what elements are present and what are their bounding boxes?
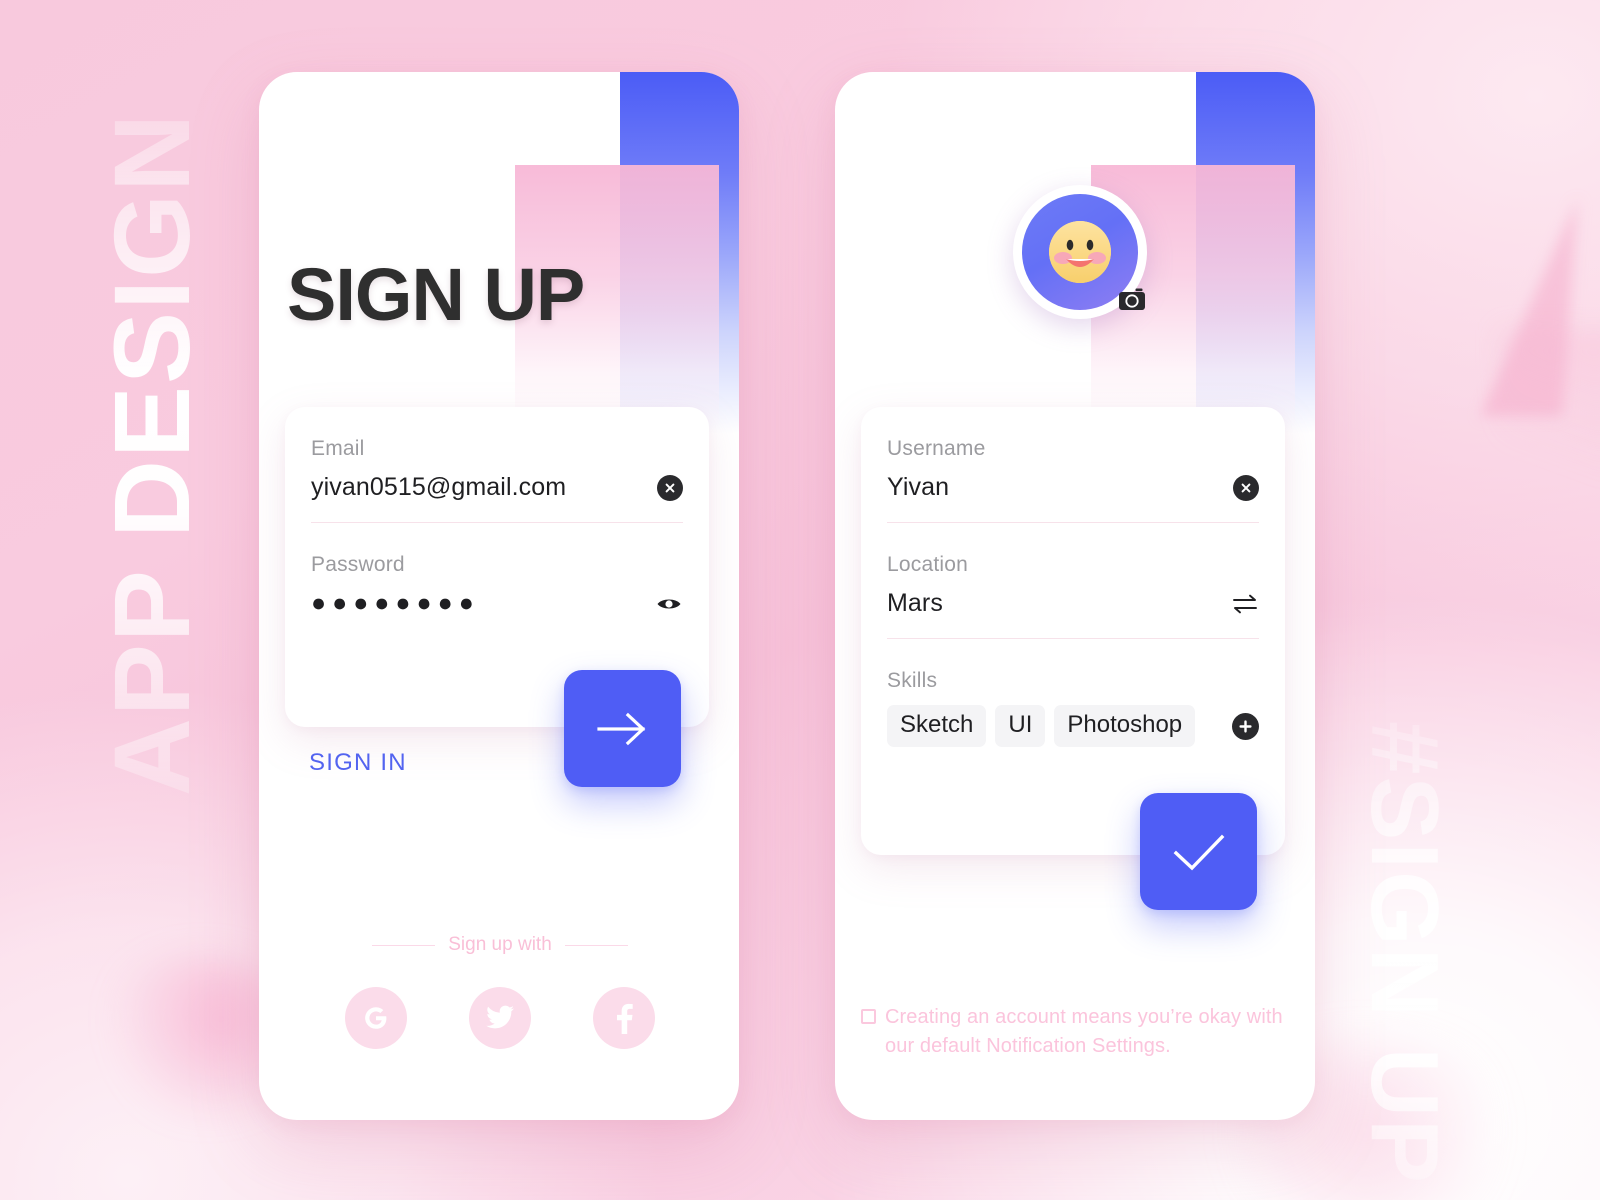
facebook-signup-button[interactable] bbox=[593, 987, 655, 1049]
signup-screen-card: SIGN UP Email yivan0515@gmail.com Passwo… bbox=[259, 72, 739, 1120]
username-label: Username bbox=[887, 437, 986, 460]
arrow-right-icon bbox=[596, 712, 645, 745]
skill-chip[interactable]: Photoshop bbox=[1054, 705, 1196, 747]
location-label: Location bbox=[887, 553, 968, 576]
location-field-group: Location Mars bbox=[861, 523, 1285, 638]
email-field-group: Email yivan0515@gmail.com bbox=[285, 407, 709, 522]
social-buttons-row bbox=[345, 987, 655, 1049]
location-swap-button[interactable] bbox=[1231, 590, 1259, 618]
email-clear-button[interactable] bbox=[657, 474, 683, 501]
twitter-icon bbox=[486, 1005, 514, 1029]
avatar-camera-button[interactable] bbox=[1115, 285, 1149, 315]
location-row: Mars bbox=[887, 589, 1259, 638]
eye-icon bbox=[657, 599, 681, 608]
skills-label: Skills bbox=[887, 669, 938, 692]
page-title: SIGN UP bbox=[287, 253, 585, 336]
swap-icon bbox=[1233, 594, 1257, 613]
password-label: Password bbox=[311, 553, 405, 576]
submit-button[interactable] bbox=[1140, 793, 1257, 910]
password-input[interactable]: ●●●●●●●● bbox=[311, 589, 480, 618]
skill-chip-list: Sketch UI Photoshop bbox=[887, 705, 1196, 747]
plus-circle-icon bbox=[1232, 712, 1259, 740]
twitter-signup-button[interactable] bbox=[469, 987, 531, 1049]
skill-chip[interactable]: UI bbox=[995, 705, 1046, 747]
username-field-group: Username Yivan bbox=[861, 407, 1285, 522]
facebook-icon bbox=[617, 1003, 633, 1034]
password-reveal-button[interactable] bbox=[655, 590, 683, 618]
clear-circle-icon bbox=[1233, 474, 1259, 501]
terms-text: Creating an account means you’re okay wi… bbox=[885, 1006, 1283, 1057]
skill-chip[interactable]: Sketch bbox=[887, 705, 987, 747]
smiling-face-icon bbox=[1049, 221, 1111, 283]
divider-line-right bbox=[564, 944, 629, 946]
terms-agreement[interactable]: Creating an account means you’re okay wi… bbox=[861, 1003, 1289, 1061]
email-label: Email bbox=[311, 437, 365, 460]
username-row: Yivan bbox=[887, 473, 1259, 522]
location-input[interactable]: Mars bbox=[887, 589, 943, 618]
background-triangle-glow bbox=[1500, 330, 1600, 480]
add-skill-button[interactable] bbox=[1232, 712, 1259, 740]
clear-circle-icon bbox=[657, 474, 683, 501]
username-clear-button[interactable] bbox=[1233, 474, 1259, 501]
skills-row: Sketch UI Photoshop bbox=[887, 705, 1259, 767]
email-input[interactable]: yivan0515@gmail.com bbox=[311, 473, 566, 502]
terms-checkbox[interactable] bbox=[861, 1009, 876, 1024]
email-row: yivan0515@gmail.com bbox=[311, 473, 683, 522]
profile-form-sheet: Username Yivan Location Mars Skills Sket… bbox=[861, 407, 1285, 855]
check-icon bbox=[1173, 834, 1224, 870]
password-field-group: Password ●●●●●●●● bbox=[285, 523, 709, 638]
side-wordmark-app-design: APP DESIGN bbox=[91, 111, 213, 797]
password-row: ●●●●●●●● bbox=[311, 589, 683, 638]
sign-in-link[interactable]: SIGN IN bbox=[309, 749, 407, 777]
avatar[interactable] bbox=[1013, 185, 1147, 319]
google-icon bbox=[365, 1007, 387, 1029]
username-input[interactable]: Yivan bbox=[887, 473, 949, 502]
social-divider: Sign up with bbox=[372, 934, 629, 956]
next-button[interactable] bbox=[564, 670, 681, 787]
divider-line-left bbox=[372, 944, 436, 946]
camera-icon bbox=[1119, 288, 1145, 310]
social-divider-label: Sign up with bbox=[448, 934, 552, 955]
google-signup-button[interactable] bbox=[345, 987, 407, 1049]
profile-screen-card: Username Yivan Location Mars Skills Sket… bbox=[835, 72, 1315, 1120]
skills-field-group: Skills Sketch UI Photoshop bbox=[861, 639, 1285, 767]
side-wordmark-sign-up: #SIGN UP bbox=[1351, 720, 1459, 1186]
